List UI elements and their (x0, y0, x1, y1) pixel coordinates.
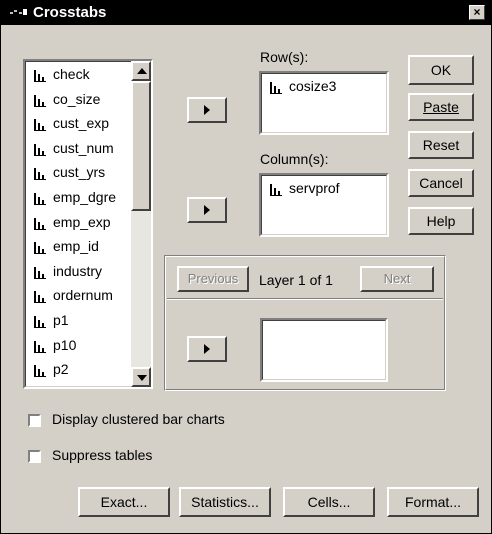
clustered-bar-label[interactable]: Display clustered bar charts (52, 411, 225, 427)
move-to-columns-button[interactable] (187, 197, 227, 223)
scale-variable-icon (34, 242, 46, 255)
scale-variable-icon (34, 193, 46, 205)
scale-variable-icon (34, 291, 46, 304)
variable-item-label: industry (53, 262, 103, 279)
column-variable-item-label: servprof (289, 180, 340, 196)
scroll-up-button[interactable] (131, 61, 151, 81)
variable-item-label: emp_dgre (53, 189, 117, 205)
previous-layer-button[interactable]: Previous (177, 266, 249, 292)
clustered-bar-checkbox[interactable] (28, 414, 41, 427)
rows-list[interactable]: cosize3 (259, 71, 389, 135)
variable-item-label: co_size (53, 90, 101, 107)
variable-item-label: cust_exp (53, 115, 110, 132)
scale-variable-icon (34, 340, 46, 353)
variable-item-label: p1 (53, 312, 69, 328)
paste-button[interactable]: Paste (408, 93, 474, 121)
layer-divider (167, 298, 443, 300)
close-icon: × (473, 5, 481, 19)
scale-variable-icon (34, 266, 46, 279)
columns-list[interactable]: servprof (259, 173, 389, 237)
row-variable-item-label: cosize3 (289, 78, 337, 94)
statistics-label: Statistics... (191, 494, 259, 510)
window-title: Crosstabs (33, 4, 107, 21)
rows-label: Row(s): (260, 49, 309, 65)
layer-list[interactable] (260, 318, 388, 382)
title-bar[interactable]: Crosstabs × (1, 1, 491, 25)
scale-variable-icon (34, 119, 46, 132)
next-layer-button[interactable]: Next (360, 266, 434, 292)
scale-variable-icon (270, 184, 282, 196)
crosstabs-window-icon (10, 9, 27, 15)
scale-variable-icon (34, 94, 46, 107)
scale-variable-icon (34, 316, 46, 328)
variable-item-label: cust_num (53, 139, 114, 156)
variable-item-label: p2 (53, 361, 69, 378)
suppress-tables-checkbox[interactable] (28, 450, 41, 463)
variable-item-label: emp_id (53, 238, 99, 255)
variable-list[interactable]: check co_size cust_exp cust_num cust_yrs emp_… (23, 59, 153, 389)
help-label: Help (426, 213, 456, 229)
format-button[interactable]: Format... (387, 487, 479, 517)
scale-variable-icon (34, 168, 46, 181)
arrow-down-icon (137, 375, 147, 381)
variable-item-label: check (53, 66, 90, 82)
exact-button[interactable]: Exact... (78, 487, 170, 517)
exact-label: Exact... (100, 494, 148, 510)
previous-label: Previous (187, 271, 239, 286)
next-label: Next (383, 271, 411, 286)
scale-variable-icon (34, 143, 46, 156)
scroll-thumb[interactable] (131, 81, 151, 211)
layer-group: Previous Layer 1 of 1 Next (164, 255, 446, 391)
arrow-right-icon (204, 205, 210, 215)
variable-item-label: ordernum (53, 287, 113, 304)
ok-button[interactable]: OK (408, 55, 474, 85)
variable-list-scrollbar[interactable] (131, 61, 151, 387)
crosstabs-dialog: Crosstabs × check co_size cust_exp cust_num… (0, 0, 492, 534)
cancel-label: Cancel (419, 175, 463, 191)
ok-label: OK (430, 62, 452, 78)
paste-label: Paste (423, 99, 459, 115)
reset-button[interactable]: Reset (408, 131, 474, 159)
scroll-down-button[interactable] (131, 367, 151, 387)
close-button[interactable]: × (469, 5, 485, 20)
format-label: Format... (404, 494, 461, 510)
scale-variable-icon (34, 217, 46, 230)
arrow-right-icon (204, 105, 210, 115)
scale-variable-icon (34, 365, 46, 378)
cells-label: Cells... (307, 494, 351, 510)
scale-variable-icon (34, 70, 46, 82)
columns-label: Column(s): (260, 151, 329, 167)
variable-item-label: cust_yrs (53, 164, 106, 181)
statistics-button[interactable]: Statistics... (179, 487, 271, 517)
variable-item-label: p10 (53, 336, 77, 353)
scale-variable-icon (270, 82, 282, 94)
layer-indicator: Layer 1 of 1 (259, 272, 333, 288)
arrow-right-icon (204, 344, 210, 354)
cells-button[interactable]: Cells... (283, 487, 375, 517)
cancel-button[interactable]: Cancel (408, 169, 474, 197)
arrow-up-icon (137, 68, 147, 74)
help-button[interactable]: Help (408, 207, 474, 235)
reset-label: Reset (422, 137, 460, 153)
variable-item-label: emp_exp (53, 213, 111, 230)
suppress-tables-label[interactable]: Suppress tables (52, 447, 152, 463)
move-to-layer-button[interactable] (187, 336, 227, 362)
move-to-rows-button[interactable] (187, 97, 227, 123)
